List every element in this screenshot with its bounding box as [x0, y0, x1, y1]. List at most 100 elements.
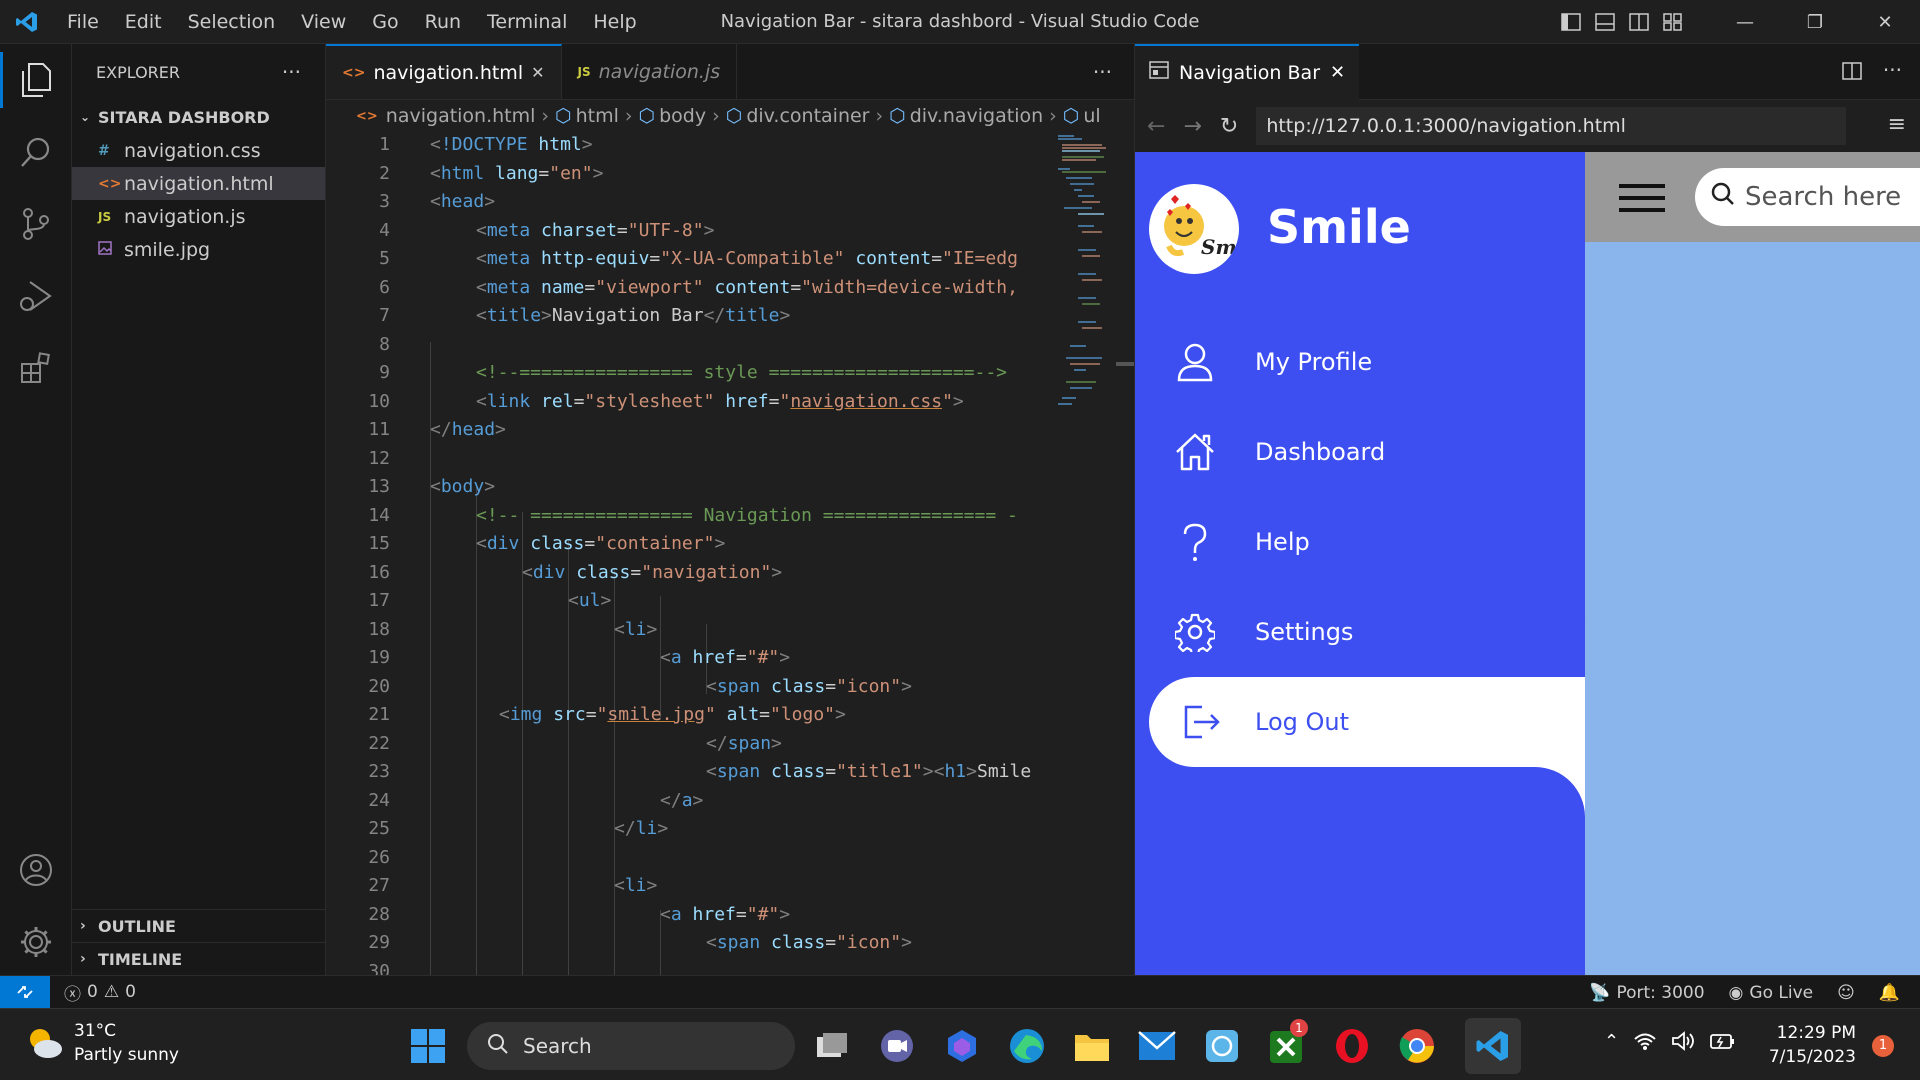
file-item[interactable]: JS navigation.js [72, 200, 325, 233]
nav-item-my-profile[interactable]: My Profile [1135, 317, 1585, 407]
account-icon[interactable] [0, 834, 72, 906]
nav-item-log-out[interactable]: Log Out [1149, 677, 1585, 767]
tab-navigation-js[interactable]: JS navigation.js [562, 44, 738, 99]
line-number: 1 [379, 134, 390, 155]
image-file-icon [98, 240, 124, 259]
nav-item-settings[interactable]: Settings [1135, 587, 1585, 677]
menu-run[interactable]: Run [412, 0, 474, 44]
split-editor-icon[interactable] [1842, 62, 1862, 84]
xbox-icon[interactable]: 1 [1262, 1019, 1312, 1071]
volume-icon[interactable] [1671, 1031, 1695, 1055]
close-tab-icon[interactable]: ✕ [531, 63, 544, 82]
notification-center-badge[interactable]: 1 [1872, 1035, 1894, 1057]
minimap[interactable] [1056, 132, 1116, 492]
code-editor[interactable]: 1 2 3 4 5 6 7 8 9 10 11 12 13 14 15 16 1… [326, 132, 1046, 975]
minimize-icon[interactable]: — [1710, 0, 1780, 44]
page-search-box[interactable]: Search here [1695, 168, 1920, 226]
notifications-bell-icon[interactable]: 🔔 [1879, 983, 1900, 1003]
taskbar-search[interactable]: Search [467, 1022, 795, 1070]
restore-icon[interactable]: ❐ [1780, 0, 1850, 44]
scrollbar-thumb[interactable] [1116, 362, 1134, 366]
customize-layout-icon[interactable] [1656, 0, 1690, 44]
menu-view[interactable]: View [288, 0, 359, 44]
go-live-button[interactable]: ◉ Go Live [1729, 983, 1814, 1003]
opera-icon[interactable] [1327, 1021, 1377, 1071]
breadcrumb-item[interactable]: div.container [746, 105, 869, 127]
tab-navigation-html[interactable]: <> navigation.html ✕ [326, 44, 562, 99]
outline-section[interactable]: › OUTLINE [72, 909, 326, 942]
folder-header[interactable]: ⌄ SITARA DASHBORD [72, 100, 325, 134]
more-actions-icon[interactable]: ··· [1883, 58, 1902, 82]
timeline-section[interactable]: › TIMELINE [72, 942, 326, 975]
menu-terminal[interactable]: Terminal [474, 0, 580, 44]
remote-indicator-icon[interactable] [0, 975, 50, 1009]
refresh-icon[interactable]: ↻ [1220, 114, 1238, 139]
menu-file[interactable]: File [54, 0, 112, 44]
menu-help[interactable]: Help [580, 0, 649, 44]
source-control-icon[interactable] [0, 188, 72, 260]
nav-item-help[interactable]: Help [1135, 497, 1585, 587]
start-button-icon[interactable] [403, 1021, 453, 1071]
explorer-icon[interactable] [0, 44, 72, 116]
weather-widget[interactable]: 31°C Partly sunny [24, 1019, 179, 1067]
search-icon[interactable] [0, 116, 72, 188]
task-view-icon[interactable] [807, 1021, 857, 1071]
breadcrumb-item[interactable]: ul [1083, 105, 1100, 127]
more-actions-icon[interactable]: ··· [1093, 44, 1112, 100]
nav-item-dashboard[interactable]: Dashboard [1135, 407, 1585, 497]
url-input[interactable]: http://127.0.0.1:3000/navigation.html [1256, 107, 1847, 145]
tab-navigation-bar[interactable]: Navigation Bar ✕ [1135, 43, 1360, 100]
system-clock[interactable]: 12:29 PM 7/15/2023 [1769, 1021, 1856, 1069]
line-number: 6 [379, 276, 390, 298]
symbol-icon: ⬡ [638, 105, 656, 127]
nav-label: My Profile [1255, 348, 1373, 376]
close-tab-icon[interactable]: ✕ [1330, 62, 1345, 83]
manage-gear-icon[interactable] [0, 906, 72, 978]
menu-go[interactable]: Go [359, 0, 411, 44]
back-icon[interactable]: ← [1147, 114, 1165, 139]
forward-icon[interactable]: → [1183, 114, 1201, 139]
menu-edit[interactable]: Edit [112, 0, 175, 44]
problems-indicator[interactable]: ⓧ 0 ⚠ 0 [64, 980, 136, 1005]
teams-chat-icon[interactable] [872, 1021, 922, 1071]
close-icon[interactable]: ✕ [1850, 0, 1920, 44]
code-line: <ul> [568, 590, 612, 611]
toggle-secondary-sidebar-icon[interactable] [1622, 0, 1656, 44]
chevron-up-icon[interactable]: ⌃ [1604, 1031, 1619, 1055]
code-line: <a href="#"> [660, 903, 791, 925]
preview-icon [1149, 61, 1169, 84]
line-number: 18 [368, 618, 390, 640]
vscode-taskbar-icon[interactable] [1465, 1018, 1521, 1074]
line-number: 14 [368, 504, 390, 526]
photos-icon[interactable] [1197, 1021, 1247, 1071]
toggle-sidebar-icon[interactable] [1554, 0, 1588, 44]
chrome-icon[interactable] [1392, 1021, 1442, 1071]
more-actions-icon[interactable]: ··· [282, 60, 301, 84]
port-indicator[interactable]: 📡 Port: 3000 [1589, 983, 1704, 1003]
line-number: 13 [368, 476, 390, 497]
chevron-right-icon: › [624, 105, 633, 127]
file-item-selected[interactable]: <> navigation.html [72, 167, 325, 200]
feedback-icon[interactable]: ☺ [1837, 983, 1855, 1003]
battery-icon[interactable] [1709, 1031, 1735, 1055]
code-line: <div class="navigation"> [522, 561, 783, 583]
run-debug-icon[interactable] [0, 260, 72, 332]
code-line: <!DOCTYPE html> [430, 134, 593, 155]
file-explorer-icon[interactable] [1067, 1021, 1117, 1071]
breadcrumb-item[interactable]: navigation.html [386, 105, 536, 127]
copilot-icon[interactable] [937, 1021, 987, 1071]
file-item[interactable]: # navigation.css [72, 134, 325, 167]
line-number: 5 [379, 248, 390, 269]
wifi-icon[interactable] [1633, 1031, 1657, 1055]
toggle-panel-icon[interactable] [1588, 0, 1622, 44]
file-item[interactable]: smile.jpg [72, 233, 325, 266]
mail-icon[interactable] [1132, 1021, 1182, 1071]
menu-selection[interactable]: Selection [175, 0, 289, 44]
extensions-icon[interactable] [0, 332, 72, 404]
menu-icon[interactable]: ≡ [1888, 112, 1906, 137]
edge-icon[interactable] [1002, 1021, 1052, 1071]
breadcrumb-item[interactable]: body [659, 105, 706, 127]
breadcrumb-item[interactable]: html [576, 105, 619, 127]
hamburger-menu-icon[interactable] [1619, 184, 1665, 216]
breadcrumb-item[interactable]: div.navigation [910, 105, 1043, 127]
